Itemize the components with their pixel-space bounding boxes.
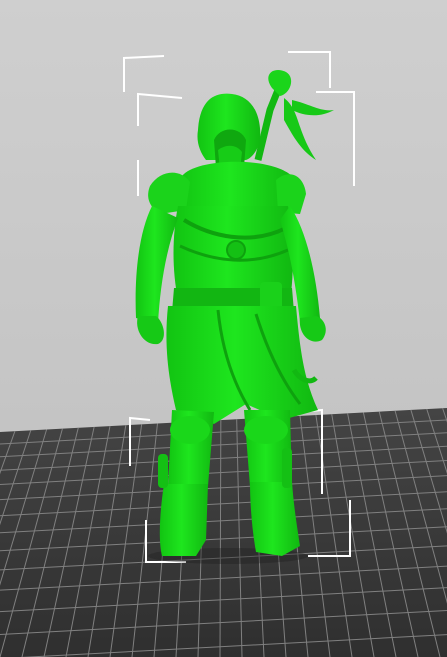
build-plate bbox=[0, 408, 447, 657]
viewport-canvas bbox=[0, 51, 447, 657]
3d-viewport[interactable] bbox=[0, 0, 447, 657]
